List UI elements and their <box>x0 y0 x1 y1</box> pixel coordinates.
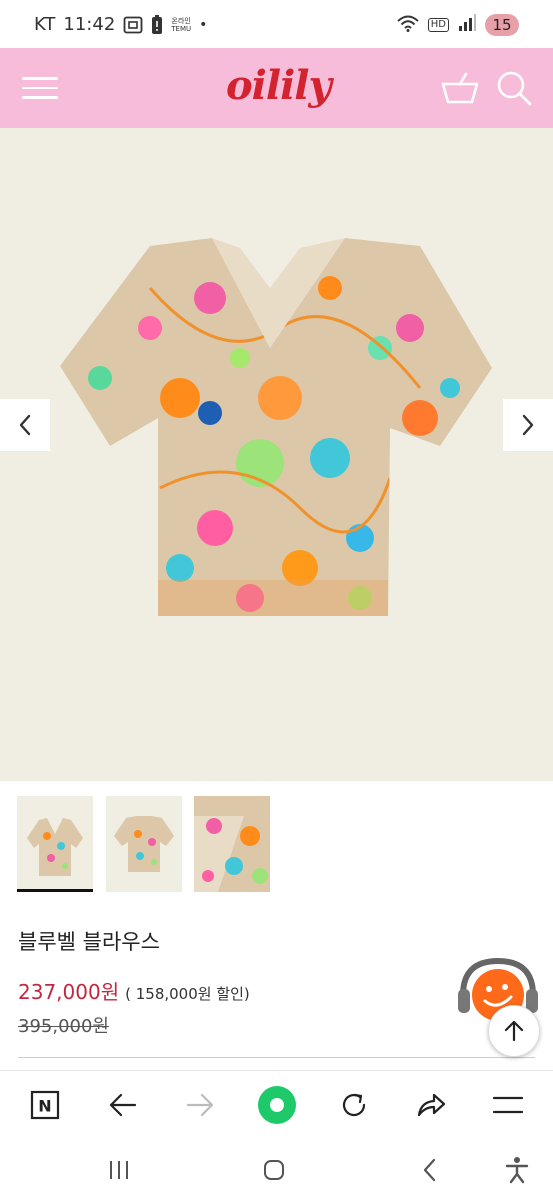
original-price: 395,000원 <box>18 1016 109 1037</box>
arrow-up-icon[interactable] <box>488 1005 540 1057</box>
thumbnail-2[interactable] <box>106 796 182 892</box>
arrow-right-icon[interactable] <box>180 1085 220 1125</box>
arrow-left-icon[interactable] <box>103 1085 143 1125</box>
status-bar: KT 11:42 온라인 TEMU • HD 15 <box>0 0 553 48</box>
price-row: 237,000원 ( 158,000원 할인) <box>18 976 250 1005</box>
home-icon[interactable] <box>254 1150 294 1190</box>
status-right: HD 15 <box>396 14 519 36</box>
more-notifications-dot: • <box>199 16 208 33</box>
basket-icon[interactable] <box>440 70 480 106</box>
thumbnail-3[interactable] <box>194 796 270 892</box>
system-nav-bar <box>0 1136 553 1200</box>
sale-price: 237,000원 <box>18 980 120 1004</box>
browser-toolbar: N <box>0 1070 553 1136</box>
green-dot-icon[interactable] <box>257 1085 297 1125</box>
discount-amount: ( 158,000원 할인) <box>125 985 250 1003</box>
naver-letter: N <box>38 1097 51 1116</box>
status-left: KT 11:42 온라인 TEMU • <box>34 14 207 35</box>
thumbnail-1[interactable] <box>17 796 93 892</box>
wifi-icon <box>396 14 420 36</box>
accessibility-icon[interactable] <box>497 1150 537 1190</box>
carrier-label: KT <box>34 14 56 35</box>
chevron-right-icon[interactable] <box>503 399 553 451</box>
naver-n-icon[interactable]: N <box>25 1085 65 1125</box>
search-icon[interactable] <box>494 70 534 106</box>
blouse-image <box>60 238 492 616</box>
thumbnail-strip <box>0 781 553 896</box>
site-header: oilily <box>0 48 553 128</box>
recent-apps-icon[interactable] <box>99 1150 139 1190</box>
product-image[interactable] <box>0 128 553 781</box>
hamburger-icon[interactable] <box>22 77 58 99</box>
product-name: 블루벨 블라우스 <box>18 930 160 954</box>
signal-icon <box>457 14 477 36</box>
oilily-logo[interactable]: oilily <box>226 62 332 109</box>
alert-battery-icon <box>151 14 163 35</box>
divider <box>18 1057 535 1058</box>
share-icon[interactable] <box>411 1085 451 1125</box>
screenshot-icon <box>123 16 143 34</box>
back-icon[interactable] <box>410 1150 450 1190</box>
battery-level: 15 <box>485 14 519 36</box>
reload-icon[interactable] <box>334 1085 374 1125</box>
clock: 11:42 <box>63 14 116 35</box>
chevron-left-icon[interactable] <box>0 399 50 451</box>
menu-lines-icon[interactable] <box>488 1085 528 1125</box>
hd-voice-badge: HD <box>427 18 449 32</box>
temu-notification-icon: 온라인 TEMU <box>171 16 192 33</box>
